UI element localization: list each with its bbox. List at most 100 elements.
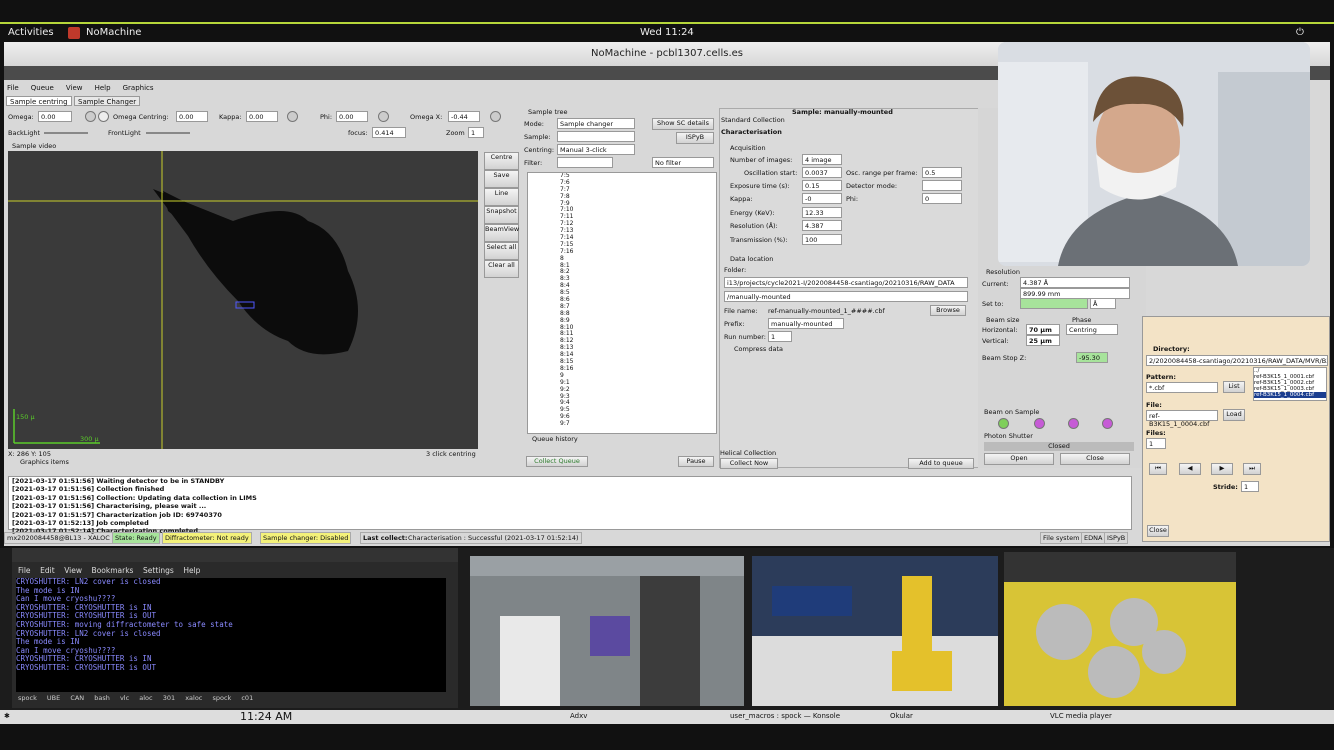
file-list-item-selected[interactable]: ref-B3K15_1_0004.cbf bbox=[1254, 392, 1326, 398]
sample-select[interactable] bbox=[557, 131, 635, 142]
beamview-button[interactable]: BeamView bbox=[484, 224, 519, 242]
tree-item[interactable]: 7:16 bbox=[560, 248, 716, 256]
snapshot-button[interactable]: Snapshot bbox=[484, 206, 519, 224]
menu-help[interactable]: Help bbox=[95, 84, 111, 92]
adxv-close-button[interactable]: Close bbox=[1147, 525, 1169, 537]
collect-queue-button[interactable]: Collect Queue bbox=[526, 456, 588, 467]
next-frame-button[interactable]: ▶ bbox=[1211, 463, 1233, 475]
tree-item[interactable]: 8:1 bbox=[560, 262, 716, 270]
tree-item[interactable]: 8:4 bbox=[560, 282, 716, 290]
select-all-button[interactable]: Select all bbox=[484, 242, 519, 260]
resolution-param-input[interactable]: 4.387 bbox=[802, 220, 842, 231]
tree-item[interactable]: 7:12 bbox=[560, 220, 716, 228]
clear-all-button[interactable]: Clear all bbox=[484, 260, 519, 278]
transmission-input[interactable]: 100 bbox=[802, 234, 842, 245]
tree-item[interactable]: 8:16 bbox=[560, 365, 716, 373]
tree-item[interactable]: 7:10 bbox=[560, 207, 716, 214]
tree-item[interactable]: 9:3 bbox=[560, 393, 716, 401]
phase-select[interactable]: Centring bbox=[1066, 324, 1118, 335]
tree-item[interactable]: 8:9 bbox=[560, 317, 716, 325]
line-button[interactable]: Line bbox=[484, 188, 519, 206]
konsole-tab[interactable]: CAN bbox=[70, 694, 84, 702]
filter-select[interactable]: No filter bbox=[652, 157, 714, 168]
detector-mode-select[interactable] bbox=[922, 180, 962, 191]
stride-input[interactable]: 1 bbox=[1241, 481, 1259, 492]
prefix-input[interactable]: manually-mounted bbox=[768, 318, 844, 329]
tree-item[interactable]: 9:7 bbox=[560, 420, 716, 428]
directory-input[interactable]: 2/2020084458-csantiago/20210316/RAW_DATA… bbox=[1146, 355, 1328, 366]
pencil-icon[interactable] bbox=[98, 111, 109, 122]
subfolder-input[interactable]: /manually-mounted bbox=[724, 291, 968, 302]
taskbar-item[interactable]: Adxv bbox=[570, 712, 587, 720]
tree-item[interactable]: 9:4 bbox=[560, 399, 716, 407]
unit-select[interactable]: Å bbox=[1090, 298, 1116, 309]
phi-input[interactable]: 0.00 bbox=[336, 111, 368, 122]
num-images-select[interactable]: 4 image bbox=[802, 154, 842, 165]
konsole-menu-edit[interactable]: Edit bbox=[40, 566, 55, 575]
konsole-tab[interactable]: xaloc bbox=[185, 694, 202, 702]
tree-item[interactable]: 8:15 bbox=[560, 358, 716, 366]
browse-button[interactable]: Browse bbox=[930, 305, 966, 316]
konsole-menu-view[interactable]: View bbox=[64, 566, 82, 575]
zoom-select[interactable]: 1 bbox=[468, 127, 484, 138]
kappa-stop-icon[interactable] bbox=[287, 111, 298, 122]
menu-view[interactable]: View bbox=[66, 84, 83, 92]
tree-item[interactable]: 8:14 bbox=[560, 351, 716, 359]
shutter-open-button[interactable]: Open bbox=[984, 453, 1054, 465]
konsole-tab[interactable]: vlc bbox=[120, 694, 129, 702]
queue-history-checkbox[interactable]: Queue history bbox=[532, 435, 578, 443]
set-to-input[interactable] bbox=[1020, 298, 1088, 309]
shutter-close-button[interactable]: Close bbox=[1060, 453, 1130, 465]
tree-item[interactable]: 7:11 bbox=[560, 213, 716, 221]
power-icon[interactable]: ⏻ bbox=[1296, 27, 1304, 38]
tree-item[interactable]: 7:14 bbox=[560, 234, 716, 242]
file-list[interactable]: ../ ref-B3K15_1_0001.cbf ref-B3K15_1_000… bbox=[1253, 367, 1327, 401]
tab-sample-centring[interactable]: Sample centring bbox=[6, 96, 72, 106]
phi-stop-icon[interactable] bbox=[378, 111, 389, 122]
prev-frame-button[interactable]: ◀ bbox=[1179, 463, 1201, 475]
konsole-tab[interactable]: aloc bbox=[139, 694, 152, 702]
first-frame-button[interactable]: ⏮ bbox=[1149, 463, 1167, 475]
tree-item[interactable]: 7:9 bbox=[560, 200, 716, 208]
exposure-input[interactable]: 0.15 bbox=[802, 180, 842, 191]
centre-button[interactable]: Centre bbox=[484, 152, 519, 170]
konsole-tab[interactable]: spock bbox=[18, 694, 37, 702]
taskbar-item[interactable]: VLC media player bbox=[1050, 712, 1112, 720]
konsole-tab[interactable]: bash bbox=[94, 694, 110, 702]
tree-item[interactable]: 9:2 bbox=[560, 386, 716, 394]
frontlight-slider[interactable] bbox=[146, 132, 190, 134]
taskbar-clock[interactable]: 11:24 AM bbox=[240, 710, 292, 723]
taskbar-item[interactable]: Okular bbox=[890, 712, 913, 720]
tree-item[interactable]: 7:8 bbox=[560, 193, 716, 201]
tree-item[interactable]: 8:13 bbox=[560, 344, 716, 352]
energy-input[interactable]: 12.33 bbox=[802, 207, 842, 218]
sample-video[interactable]: 150 µ 300 µ bbox=[8, 151, 478, 449]
tree-item[interactable]: 8 bbox=[560, 255, 716, 263]
osc-range-input[interactable]: 0.5 bbox=[922, 167, 962, 178]
app-menu[interactable]: NoMachine bbox=[86, 27, 141, 38]
tab-sample-changer[interactable]: Sample Changer bbox=[74, 96, 141, 106]
filter-input[interactable] bbox=[557, 157, 613, 168]
osc-start-input[interactable]: 0.0037 bbox=[802, 167, 842, 178]
phi-param-input[interactable]: 0 bbox=[922, 193, 962, 204]
taskbar-item[interactable]: user_macros : spock — Konsole bbox=[730, 712, 840, 720]
graphics-items-checkbox[interactable]: Graphics items bbox=[20, 458, 69, 466]
tree-item[interactable]: 7:5 bbox=[560, 173, 716, 180]
tree-item[interactable]: 8:7 bbox=[560, 303, 716, 311]
tree-item[interactable]: 8:6 bbox=[560, 296, 716, 304]
beamstop-input[interactable]: -95.30 bbox=[1076, 352, 1108, 363]
tree-item[interactable]: 8:3 bbox=[560, 275, 716, 283]
menu-queue[interactable]: Queue bbox=[31, 84, 54, 92]
save-button[interactable]: Save bbox=[484, 170, 519, 188]
ispyb-button[interactable]: ISPyB bbox=[676, 132, 714, 144]
tree-item[interactable]: 7:7 bbox=[560, 186, 716, 194]
konsole-menu-help[interactable]: Help bbox=[183, 566, 200, 575]
tree-item[interactable]: 9 bbox=[560, 372, 716, 380]
add-to-queue-button[interactable]: Add to queue bbox=[908, 458, 974, 469]
konsole-tab[interactable]: spock bbox=[212, 694, 231, 702]
tree-item[interactable]: 7:13 bbox=[560, 227, 716, 235]
terminal-output[interactable]: CRYOSHUTTER: LN2 cover is closed The mod… bbox=[16, 578, 446, 692]
konsole-tab[interactable]: UBE bbox=[47, 694, 60, 702]
last-frame-button[interactable]: ⏭ bbox=[1243, 463, 1261, 475]
tab-characterisation[interactable]: Characterisation bbox=[721, 128, 782, 136]
